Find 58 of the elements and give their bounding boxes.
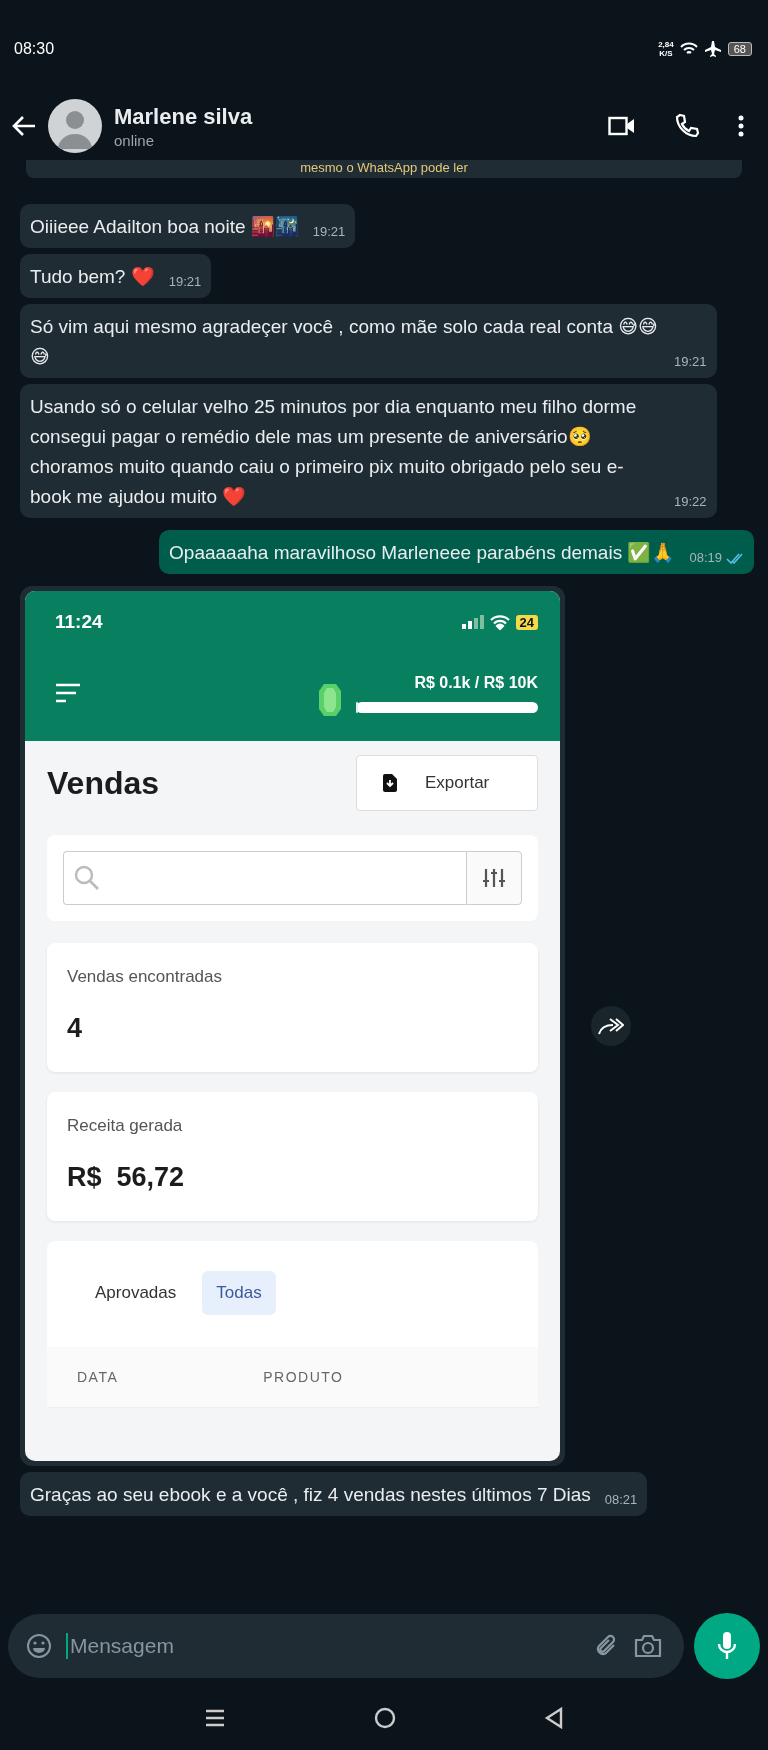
menu-icon[interactable]: [55, 682, 81, 704]
contact-status: online: [114, 131, 156, 149]
message-text: Opaaaaaha maravilhoso Marleneee parabéns demais ✅🙏: [169, 541, 676, 565]
message-bar[interactable]: Mensagem: [8, 1614, 684, 1678]
message-time: 08:19: [689, 549, 722, 567]
message-time: 08:21: [604, 1491, 638, 1509]
camera-icon[interactable]: [634, 1634, 662, 1658]
stat-value: R$ 56,72: [67, 1162, 186, 1193]
column-header: PRODUTO: [263, 1369, 344, 1385]
signal-icon: [461, 615, 484, 629]
stat-label: Vendas encontradas: [67, 967, 223, 987]
forward-arrows-icon: [598, 1017, 624, 1035]
page-title: Vendas: [47, 764, 160, 802]
message-time: 19:21: [312, 223, 346, 241]
encryption-notice: mesmo o WhatsApp pode ler: [26, 160, 742, 178]
message-time: 19:22: [674, 493, 707, 511]
emoji-icon[interactable]: [26, 1633, 52, 1659]
search-icon: [74, 865, 100, 891]
phone-call-icon[interactable]: [674, 113, 700, 139]
back-icon[interactable]: [544, 1707, 564, 1729]
filter-tab[interactable]: Aprovadas: [81, 1271, 191, 1315]
gem-icon: [318, 683, 342, 717]
message-text: Graças ao seu ebook e a você , fiz 4 vendas nestes últimos 7 Dias: [30, 1483, 591, 1507]
file-download-icon: [383, 774, 397, 792]
microphone-icon: [717, 1631, 737, 1661]
battery-indicator: 68: [727, 42, 752, 56]
message-text: Oiiieee Adailton boa noite 🌇🌃: [30, 215, 299, 239]
message-text: Usando só o celular velho 25 minutos por dia enquanto meu filho dorme consegui pagar o remédio dele mas um presente de aniversário🥺 choramos muito quando caiu o primeiro pix muito obrigado pelo seu e-book me ajudou muito ❤: [30, 395, 638, 509]
video-call-icon[interactable]: [608, 116, 636, 136]
filter-button[interactable]: [466, 851, 522, 905]
filter-tab[interactable]: Todas: [202, 1271, 276, 1315]
message-text: Tudo bem? ❤: [30, 265, 155, 289]
home-icon[interactable]: [374, 1707, 396, 1729]
more-options-icon[interactable]: [738, 115, 744, 137]
contact-name[interactable]: Marlene silva: [114, 103, 570, 130]
recent-apps-icon[interactable]: [204, 1708, 226, 1728]
contact-avatar[interactable]: [48, 99, 102, 153]
wifi-icon: [489, 614, 510, 630]
sliders-icon: [483, 867, 505, 889]
sales-goal-text: R$ 0.1k / R$ 10K: [414, 673, 538, 692]
message-text: Só vim aqui mesmo agradeçer você , como mãe solo cada real conta 😅😅😅: [30, 315, 659, 369]
stat-label: Receita gerada: [67, 1116, 184, 1136]
status-time: 11:24: [55, 611, 103, 633]
back-arrow-icon[interactable]: [12, 115, 36, 137]
image-message-bubble[interactable]: 11:24 24 R$ 0.1k / R$ 10K Vendas Exportar Vendas encontradas 4 Receita gerada R$ 56,72 Aprovadas Todas DATA PRODUTO: [20, 586, 565, 1466]
message-time: 19:21: [674, 353, 707, 371]
network-speed: 2,84 K/S: [658, 40, 674, 58]
stat-value: 4: [67, 1013, 84, 1044]
column-header: DATA: [77, 1369, 119, 1385]
forward-button[interactable]: [591, 1006, 631, 1046]
battery-indicator: 24: [515, 614, 538, 630]
status-time: 08:30: [14, 40, 55, 58]
search-field[interactable]: [63, 851, 466, 905]
airplane-icon: [703, 41, 722, 57]
wifi-icon: [679, 42, 698, 56]
export-button[interactable]: Exportar: [356, 755, 538, 811]
message-input-field[interactable]: Mensagem: [66, 1633, 580, 1659]
message-time: 19:21: [168, 273, 202, 291]
